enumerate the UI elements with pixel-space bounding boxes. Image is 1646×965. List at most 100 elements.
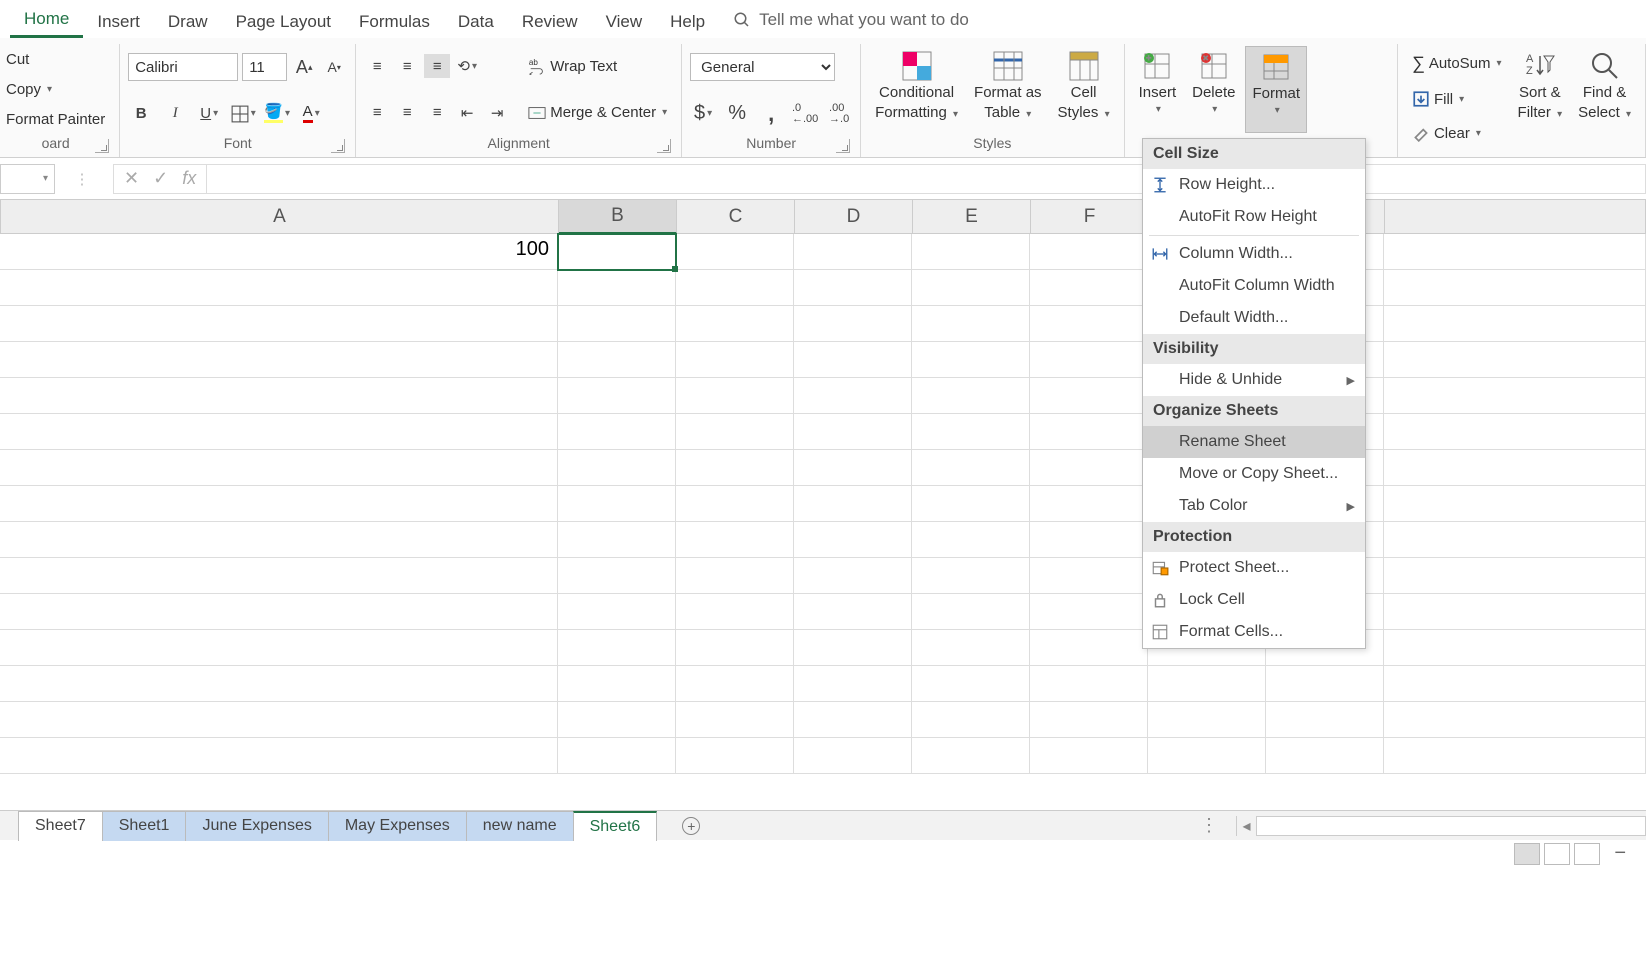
cell[interactable] [794, 702, 912, 738]
cell[interactable] [912, 594, 1030, 630]
cell[interactable] [794, 306, 912, 342]
cell[interactable] [1266, 702, 1384, 738]
cell[interactable] [1030, 522, 1148, 558]
align-bottom-icon[interactable]: ≡ [424, 54, 450, 78]
cell[interactable] [558, 558, 676, 594]
cell[interactable] [1384, 342, 1646, 378]
cell[interactable] [912, 522, 1030, 558]
orientation-icon[interactable]: ⟲▾ [454, 54, 480, 78]
cell[interactable] [676, 486, 794, 522]
borders-button[interactable]: ▾ [230, 102, 256, 126]
insert-cells-button[interactable]: + Insert▾ [1133, 46, 1183, 133]
cell[interactable] [1148, 738, 1266, 774]
number-format-combo[interactable]: General [690, 53, 835, 81]
cell[interactable] [676, 450, 794, 486]
comma-format-icon[interactable]: , [758, 102, 784, 126]
cell[interactable] [676, 342, 794, 378]
increase-indent-icon[interactable]: ⇥ [484, 101, 510, 125]
cell[interactable] [1030, 234, 1148, 270]
tab-view[interactable]: View [592, 4, 657, 38]
cell[interactable] [0, 522, 558, 558]
alignment-launcher[interactable] [657, 139, 671, 153]
tab-insert[interactable]: Insert [83, 4, 154, 38]
menu-default-width[interactable]: Default Width... [1143, 302, 1365, 334]
horizontal-scrollbar[interactable] [1256, 816, 1646, 836]
cell[interactable] [676, 414, 794, 450]
accounting-format-icon[interactable]: $▾ [690, 102, 716, 126]
underline-button[interactable]: U▾ [196, 102, 222, 126]
align-center-icon[interactable]: ≡ [394, 101, 420, 125]
cell[interactable] [0, 666, 558, 702]
cell[interactable] [1384, 306, 1646, 342]
cell[interactable] [912, 558, 1030, 594]
cell[interactable] [558, 594, 676, 630]
cell[interactable] [1266, 666, 1384, 702]
font-color-button[interactable]: A▾ [298, 102, 324, 126]
cell[interactable] [558, 234, 676, 270]
cell[interactable] [794, 558, 912, 594]
tab-help[interactable]: Help [656, 4, 719, 38]
cell[interactable] [0, 738, 558, 774]
menu-autofit-column[interactable]: AutoFit Column Width [1143, 270, 1365, 302]
column-header-E[interactable]: E [913, 200, 1031, 234]
clipboard-launcher[interactable] [95, 139, 109, 153]
column-header-A[interactable]: A [1, 200, 559, 234]
cell[interactable] [1030, 378, 1148, 414]
cell[interactable] [1384, 486, 1646, 522]
sheet-tab-sheet7[interactable]: Sheet7 [18, 811, 103, 841]
menu-autofit-row[interactable]: AutoFit Row Height [1143, 201, 1365, 233]
cell[interactable] [0, 450, 558, 486]
align-right-icon[interactable]: ≡ [424, 101, 450, 125]
decrease-indent-icon[interactable]: ⇤ [454, 101, 480, 125]
enter-formula-icon[interactable]: ✓ [153, 168, 168, 189]
cell[interactable] [794, 342, 912, 378]
cell[interactable] [0, 486, 558, 522]
cell[interactable] [676, 738, 794, 774]
format-cells-button[interactable]: Format▾ [1245, 46, 1307, 133]
cell[interactable] [558, 378, 676, 414]
cell[interactable] [1384, 594, 1646, 630]
cell[interactable] [1266, 738, 1384, 774]
tab-page-layout[interactable]: Page Layout [222, 4, 345, 38]
cell[interactable] [912, 450, 1030, 486]
bold-button[interactable]: B [128, 102, 154, 126]
cell[interactable] [912, 234, 1030, 270]
cell[interactable] [794, 378, 912, 414]
cell[interactable] [0, 594, 558, 630]
tab-home[interactable]: Home [10, 1, 83, 38]
cell[interactable]: 100 [0, 234, 558, 270]
percent-format-icon[interactable]: % [724, 102, 750, 126]
zoom-out-icon[interactable]: − [1614, 842, 1626, 865]
font-name-combo[interactable] [128, 53, 238, 81]
decrease-decimal-icon[interactable]: .00→.0 [826, 102, 852, 126]
menu-rename-sheet[interactable]: Rename Sheet [1143, 426, 1365, 458]
format-painter-button[interactable]: Format Painter [0, 108, 111, 131]
formula-more-icon[interactable]: ⋮ [69, 167, 95, 191]
cell[interactable] [558, 342, 676, 378]
cell[interactable] [1384, 666, 1646, 702]
align-left-icon[interactable]: ≡ [364, 101, 390, 125]
cell[interactable] [676, 666, 794, 702]
menu-protect-sheet[interactable]: Protect Sheet... [1143, 552, 1365, 584]
tab-review[interactable]: Review [508, 4, 592, 38]
delete-cells-button[interactable]: × Delete▾ [1186, 46, 1241, 133]
merge-center-button[interactable]: Merge & Center▾ [522, 101, 673, 125]
menu-tab-color[interactable]: Tab Color▶ [1143, 490, 1365, 522]
cell[interactable] [794, 738, 912, 774]
normal-view-icon[interactable] [1514, 843, 1540, 865]
cell[interactable] [1384, 558, 1646, 594]
cell[interactable] [794, 414, 912, 450]
cell[interactable] [676, 558, 794, 594]
cell[interactable] [912, 414, 1030, 450]
menu-hide-unhide[interactable]: Hide & Unhide▶ [1143, 364, 1365, 396]
number-launcher[interactable] [836, 139, 850, 153]
cell[interactable] [912, 486, 1030, 522]
cell[interactable] [1030, 558, 1148, 594]
cell[interactable] [1384, 738, 1646, 774]
format-as-table-button[interactable]: Format asTable ▾ [968, 46, 1048, 133]
cell[interactable] [0, 702, 558, 738]
align-middle-icon[interactable]: ≡ [394, 54, 420, 78]
increase-decimal-icon[interactable]: .0←.00 [792, 102, 818, 126]
menu-lock-cell[interactable]: Lock Cell [1143, 584, 1365, 616]
cell[interactable] [1030, 702, 1148, 738]
